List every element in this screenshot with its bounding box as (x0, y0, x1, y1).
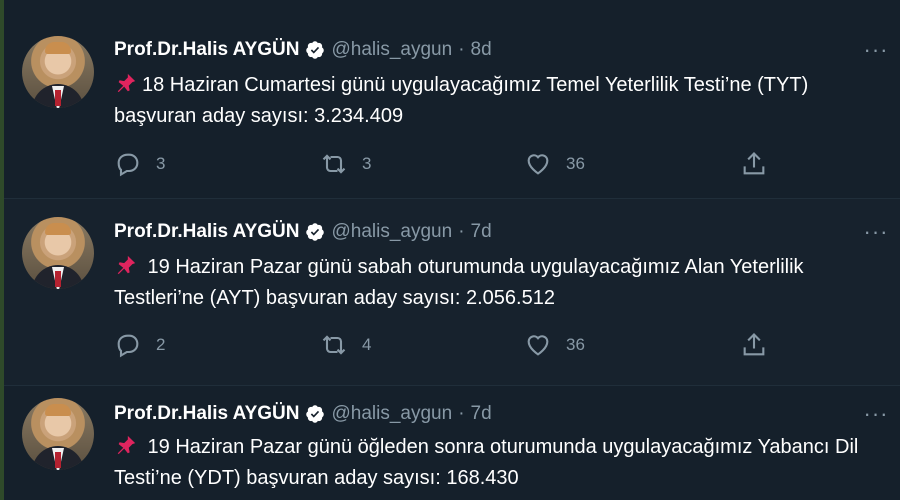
tweet-header: Prof.Dr.Halis AYGÜN @halis_aygun · 8d (114, 38, 492, 62)
timestamp[interactable]: 7d (471, 221, 492, 243)
tweet[interactable]: Prof.Dr.Halis AYGÜN @halis_aygun · 7d ··… (4, 386, 900, 500)
retweet-button[interactable]: 3 (320, 150, 371, 178)
heart-icon (527, 335, 549, 356)
verified-badge-icon (306, 223, 325, 241)
retweet-count: 3 (362, 154, 372, 173)
tweet-actions: 2 4 36 (114, 331, 794, 359)
reply-button[interactable]: 3 (114, 150, 165, 178)
reply-count: 3 (156, 154, 166, 173)
author-handle[interactable]: @halis_aygun (331, 221, 452, 243)
avatar[interactable] (22, 36, 94, 108)
timestamp[interactable]: 8d (471, 39, 492, 61)
reply-icon (117, 153, 139, 177)
reply-icon (117, 334, 139, 358)
author-name[interactable]: Prof.Dr.Halis AYGÜN (114, 39, 299, 61)
retweet-button[interactable]: 4 (320, 331, 371, 359)
like-count: 36 (566, 335, 585, 354)
author-name[interactable]: Prof.Dr.Halis AYGÜN (114, 403, 299, 425)
tweet-actions: 3 3 36 (114, 150, 794, 178)
verified-badge-icon (306, 405, 325, 423)
separator-dot: · (458, 39, 465, 60)
tweet-header: Prof.Dr.Halis AYGÜN @halis_aygun · 7d (114, 402, 492, 426)
tweet-header: Prof.Dr.Halis AYGÜN @halis_aygun · 7d (114, 220, 492, 244)
tweet-text-container: 19 Haziran Pazar günü sabah oturumunda u… (114, 252, 874, 314)
tweet[interactable]: Prof.Dr.Halis AYGÜN @halis_aygun · 8d ··… (4, 0, 900, 199)
avatar[interactable] (22, 398, 94, 470)
tweet[interactable]: Prof.Dr.Halis AYGÜN @halis_aygun · 7d ··… (4, 199, 900, 386)
tweet-text: 19 Haziran Pazar günü sabah oturumunda u… (114, 256, 804, 309)
author-handle[interactable]: @halis_aygun (331, 39, 452, 61)
avatar[interactable] (22, 217, 94, 289)
share-icon (743, 333, 765, 356)
share-button[interactable] (740, 331, 768, 359)
reply-button[interactable]: 2 (114, 331, 165, 359)
separator-dot: · (458, 221, 465, 242)
share-button[interactable] (740, 150, 768, 178)
like-button[interactable]: 36 (524, 150, 585, 178)
tweet-text-container: 19 Haziran Pazar günü öğleden sonra otur… (114, 432, 874, 494)
separator-dot: · (458, 403, 465, 424)
pushpin-icon (117, 435, 136, 455)
like-button[interactable]: 36 (524, 331, 585, 359)
tweet-text: 19 Haziran Pazar günü öğleden sonra otur… (114, 436, 859, 489)
retweet-icon (322, 154, 346, 174)
reply-count: 2 (156, 335, 166, 354)
author-handle[interactable]: @halis_aygun (331, 403, 452, 425)
like-count: 36 (566, 154, 585, 173)
heart-icon (527, 154, 549, 175)
timestamp[interactable]: 7d (471, 403, 492, 425)
more-options-icon[interactable]: ··· (864, 37, 888, 62)
share-icon (743, 152, 765, 175)
tweet-text-container: 18 Haziran Cumartesi günü uygulayacağımı… (114, 70, 874, 132)
more-options-icon[interactable]: ··· (864, 401, 888, 426)
author-name[interactable]: Prof.Dr.Halis AYGÜN (114, 221, 299, 243)
pushpin-icon (117, 255, 136, 275)
retweet-count: 4 (362, 335, 372, 354)
more-options-icon[interactable]: ··· (864, 219, 888, 244)
pushpin-icon (117, 73, 136, 93)
verified-badge-icon (306, 41, 325, 59)
retweet-icon (322, 335, 346, 355)
tweet-text: 18 Haziran Cumartesi günü uygulayacağımı… (114, 74, 809, 127)
